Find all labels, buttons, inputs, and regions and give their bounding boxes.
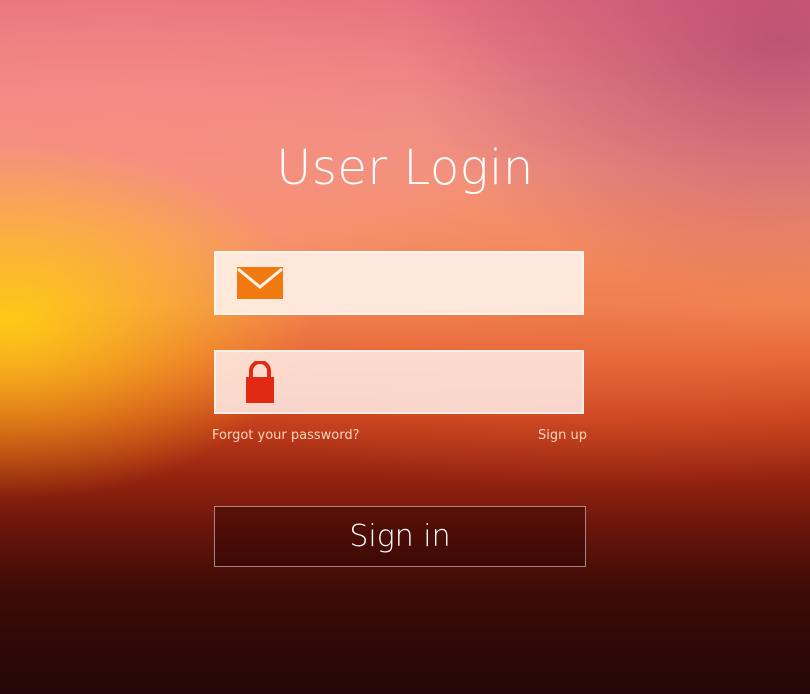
sign-up-link[interactable]: Sign up [538,428,587,443]
page-title: User Login [276,140,534,196]
login-screen: User Login Forgot your password? Sign up… [0,0,810,694]
email-input[interactable] [304,253,582,313]
password-input[interactable] [304,352,582,412]
sign-in-button[interactable]: Sign in [214,506,586,567]
password-field-container[interactable] [214,350,584,414]
envelope-icon [216,253,304,313]
sign-in-label: Sign in [349,519,451,554]
lock-icon [216,352,304,412]
email-field-container[interactable] [214,251,584,315]
forgot-password-link[interactable]: Forgot your password? [212,428,360,443]
